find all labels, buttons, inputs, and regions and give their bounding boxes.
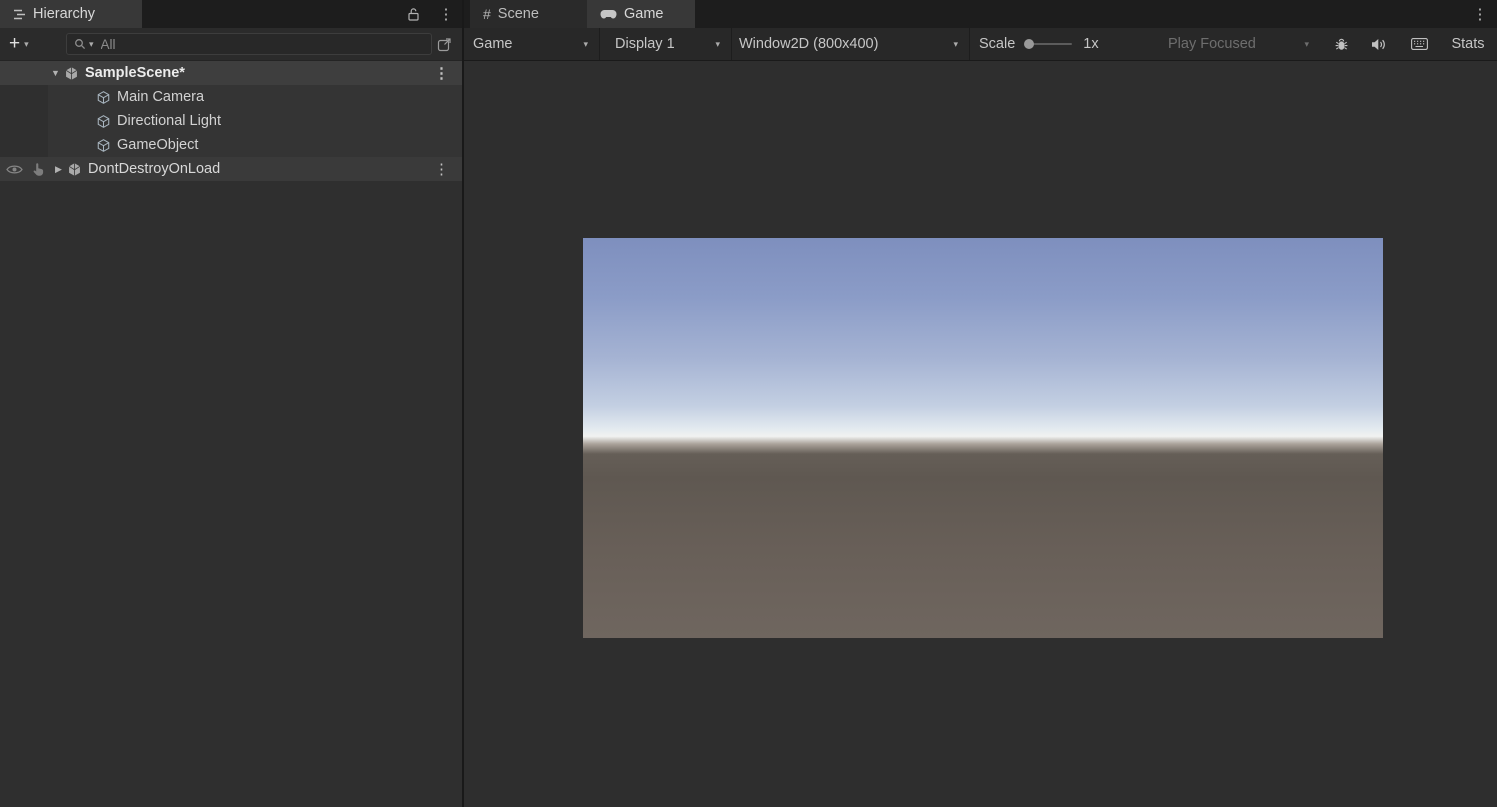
scene-grid-icon: # [483,6,491,22]
gamepad-icon [600,9,617,20]
view-mode-value: Game [473,36,513,52]
scale-slider[interactable] [1026,43,1072,45]
hierarchy-row-samplescene[interactable]: ▼ SampleScene* ⋮ [0,61,462,85]
tab-game[interactable]: Game [587,0,695,28]
tab-hierarchy[interactable]: Hierarchy [0,0,142,28]
tab-scene-label: Scene [498,6,539,22]
search-icon [74,38,86,50]
speaker-icon [1371,38,1387,51]
aspect-ratio-dropdown[interactable]: Window2D (800x400) ▾ [732,28,970,60]
search-filter-arrow-icon[interactable]: ▾ [89,40,94,49]
hierarchy-tab-bar: Hierarchy ⋮ [0,0,462,28]
hierarchy-icon [13,9,26,20]
plus-icon: + [9,34,20,53]
tab-scene[interactable]: # Scene [470,0,587,28]
scene-icon [64,66,79,81]
hierarchy-menu-kebab-icon[interactable]: ⋮ [434,0,458,28]
audio-toggle[interactable] [1360,28,1398,60]
expander-open-icon[interactable]: ▼ [49,68,62,78]
object-name-label: Main Camera [117,89,204,105]
game-menu-kebab-icon[interactable]: ⋮ [1468,0,1492,28]
keyboard-toggle[interactable] [1398,28,1440,60]
object-name-label: Directional Light [117,113,221,129]
view-mode-dropdown[interactable]: Game ▾ [464,28,600,60]
game-view-toolbar: Game ▾ Display 1 ▾ Window2D (800x400) ▾ … [464,28,1497,61]
expander-closed-icon[interactable]: ▶ [52,164,65,175]
dropdown-arrow-icon: ▾ [953,40,958,49]
tab-game-label: Game [624,6,664,22]
dropdown-arrow-icon: ▾ [24,40,29,49]
display-value: Display 1 [615,36,675,52]
hierarchy-toolbar: + ▾ ▾ [0,28,462,61]
hierarchy-row-directional-light[interactable]: Directional Light [0,109,462,133]
search-field[interactable]: ▾ [66,33,432,55]
dropdown-arrow-icon: ▾ [1304,40,1309,49]
tab-hierarchy-label: Hierarchy [33,6,95,22]
scale-control: Scale 1x [970,28,1160,60]
play-focus-value: Play Focused [1168,36,1256,52]
game-view-content [464,61,1497,807]
search-input[interactable] [97,37,424,52]
visibility-eye-icon[interactable] [6,164,23,175]
bug-icon [1334,37,1349,52]
play-focus-dropdown[interactable]: Play Focused ▾ [1160,28,1322,60]
dropdown-arrow-icon: ▾ [583,40,588,49]
row-gutter [6,162,52,176]
picking-hand-icon[interactable] [32,162,45,176]
lock-icon[interactable] [402,0,424,28]
hierarchy-row-gameobject[interactable]: GameObject [0,133,462,157]
dropdown-arrow-icon: ▾ [715,40,720,49]
stats-label: Stats [1451,36,1484,52]
create-object-button[interactable]: + ▾ [9,33,47,55]
object-name-label: GameObject [117,137,198,153]
scene-name-label: DontDestroyOnLoad [88,161,220,177]
hierarchy-row-main-camera[interactable]: Main Camera [0,85,462,109]
stats-toggle[interactable]: Stats [1440,28,1496,60]
scene-icon [67,162,82,177]
hierarchy-row-dontdestroyonload[interactable]: ▶ DontDestroyOnLoad ⋮ [0,157,462,181]
cube-icon [96,90,111,105]
scale-value: 1x [1083,36,1098,52]
debug-bug-toggle[interactable] [1322,28,1360,60]
game-tab-bar: # Scene Game ⋮ [464,0,1497,28]
keyboard-icon [1411,38,1428,50]
cube-icon [96,138,111,153]
scale-slider-knob[interactable] [1024,39,1034,49]
hierarchy-panel: Hierarchy ⋮ + ▾ ▾ ▼ [0,0,462,807]
game-render-viewport[interactable] [583,238,1383,638]
game-view-panel: # Scene Game ⋮ Game ▾ Display 1 ▾ Windo [464,0,1497,807]
display-dropdown[interactable]: Display 1 ▾ [600,28,732,60]
aspect-ratio-value: Window2D (800x400) [739,36,878,52]
scale-label: Scale [979,36,1015,52]
row-kebab-icon[interactable]: ⋮ [434,66,449,81]
cube-icon [96,114,111,129]
scene-name-label: SampleScene* [85,65,185,81]
row-kebab-icon[interactable]: ⋮ [434,162,449,177]
search-window-icon[interactable] [437,37,452,52]
